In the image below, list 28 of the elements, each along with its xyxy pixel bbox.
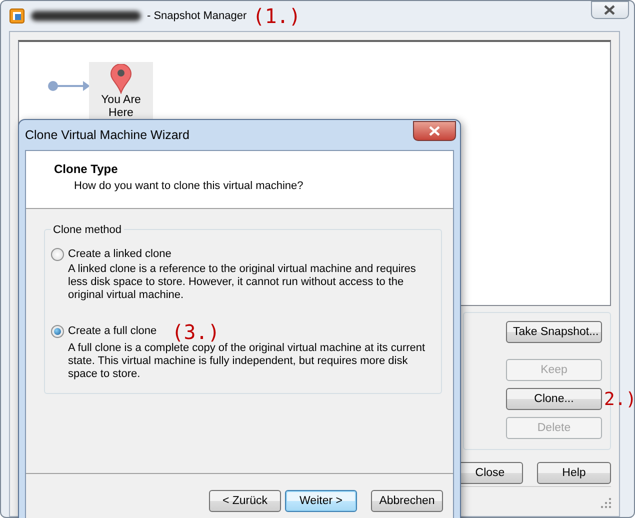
snapshot-action-button[interactable]: Clone... xyxy=(506,388,602,410)
radio-button[interactable] xyxy=(51,248,64,261)
annotation-label: (1.) xyxy=(252,6,301,26)
option-description: A full clone is a complete copy of the original virtual machine at its current state. This virtual machine is fully independent, but requires more disk space to store. xyxy=(67,342,426,380)
map-pin-icon xyxy=(110,64,132,94)
option-description: A linked clone is a reference to the original virtual machine and requires less disk space to store. However, it cannot run without access to the original virtual machine. xyxy=(67,262,417,302)
close-icon xyxy=(604,5,615,15)
radio-button[interactable] xyxy=(51,325,64,338)
close-icon xyxy=(429,126,440,136)
close-button[interactable] xyxy=(590,1,628,19)
resize-grip-icon[interactable] xyxy=(601,498,611,508)
radio-option[interactable]: Create a linked clone xyxy=(51,246,172,262)
dialog-title: Clone Virtual Machine Wizard xyxy=(25,126,190,144)
annotation-label: (3.) xyxy=(172,322,220,342)
connector-arrow xyxy=(47,80,91,92)
snapshot-action-button[interactable]: Take Snapshot... xyxy=(506,321,602,343)
radio-option[interactable]: Create a full clone xyxy=(51,323,157,340)
header-subtitle: How do you want to clone this virtual machine? xyxy=(73,179,304,194)
node-label: You Are Here xyxy=(100,94,142,120)
app-icon xyxy=(9,8,25,24)
annotation-label: 2.) xyxy=(604,391,635,409)
window-title: - Snapshot Manager xyxy=(147,8,247,24)
wizard-button[interactable]: Abbrechen xyxy=(371,490,443,512)
wizard-button[interactable]: Weiter > xyxy=(285,490,357,512)
dialog-button[interactable]: Help xyxy=(537,462,611,484)
wizard-button[interactable]: < Zurück xyxy=(209,490,281,512)
close-button[interactable] xyxy=(413,121,456,141)
header-title: Clone Type xyxy=(54,161,119,178)
